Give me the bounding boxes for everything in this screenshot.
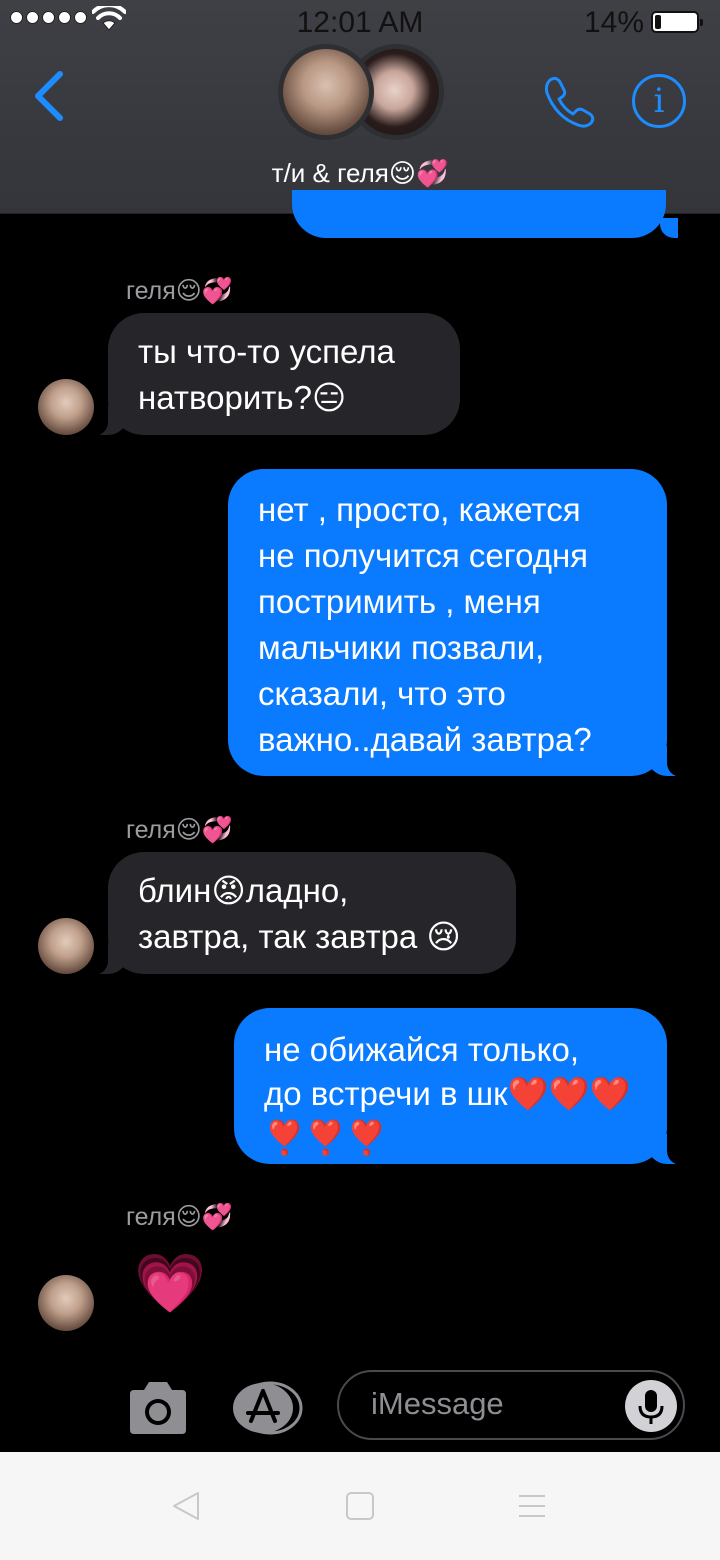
- previous-message-tail: [660, 218, 678, 238]
- previous-message-bubble: [292, 190, 666, 238]
- nav-back-icon[interactable]: [170, 1490, 202, 1522]
- message-input-placeholder: iMessage: [371, 1386, 504, 1421]
- microphone-button[interactable]: [625, 1380, 677, 1432]
- heart-emoji-message[interactable]: 💗: [134, 1252, 206, 1316]
- app-store-icon[interactable]: [230, 1381, 304, 1435]
- back-button[interactable]: [30, 68, 70, 124]
- nav-home-icon[interactable]: [346, 1492, 374, 1520]
- message-sender: геля😌💞: [126, 277, 233, 305]
- microphone-icon: [638, 1390, 664, 1424]
- message-sender: геля😌💞: [126, 1203, 233, 1231]
- chat-title[interactable]: т/и & геля😌💞: [0, 158, 720, 189]
- message-sender: геля😌💞: [126, 816, 233, 844]
- sender-avatar: [38, 918, 94, 974]
- status-bar: 12:01 AM 14%: [0, 0, 720, 46]
- sender-avatar: [38, 379, 94, 435]
- incoming-message[interactable]: блин😡ладно, завтра, так завтра 😢: [84, 852, 516, 975]
- phone-icon[interactable]: [542, 74, 598, 128]
- nav-menu-icon[interactable]: [518, 1492, 546, 1520]
- battery-percent: 14%: [584, 6, 645, 39]
- battery-icon: [651, 11, 703, 33]
- message-text: нет , просто, кажется не получится сегод…: [258, 491, 592, 758]
- outgoing-message[interactable]: нет , просто, кажется не получится сегод…: [228, 469, 691, 777]
- system-navigation-bar: [0, 1452, 720, 1560]
- incoming-message[interactable]: ты что-то успела натворить?😑: [84, 313, 460, 436]
- message-input[interactable]: iMessage: [337, 1370, 685, 1440]
- message-text: блин😡ладно, завтра, так завтра 😢: [138, 872, 461, 955]
- conversation-header: 12:01 AM 14% т/и & геля😌💞 i: [0, 0, 720, 214]
- message-text: не обижайся только, до встречи в шк❤️❤️❤…: [264, 1031, 631, 1156]
- camera-icon[interactable]: [126, 1380, 190, 1436]
- sender-avatar: [38, 1275, 94, 1331]
- message-text: ты что-то успела натворить?😑: [138, 333, 395, 416]
- outgoing-message[interactable]: не обижайся только, до встречи в шк❤️❤️❤…: [234, 1008, 691, 1165]
- group-avatars[interactable]: [278, 44, 448, 144]
- info-icon[interactable]: i: [632, 74, 686, 128]
- avatar: [278, 44, 374, 140]
